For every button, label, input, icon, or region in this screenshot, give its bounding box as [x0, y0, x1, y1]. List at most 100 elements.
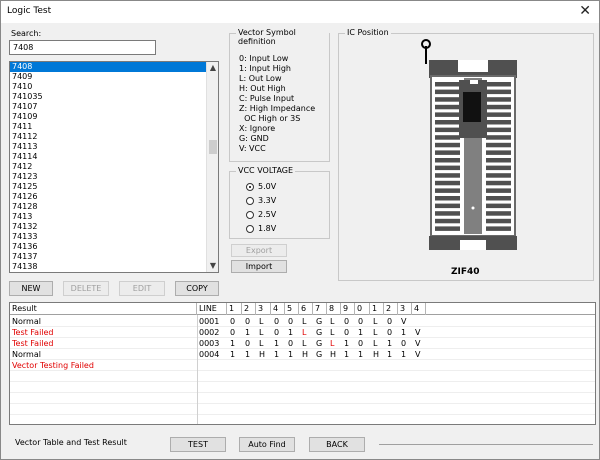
- copy-button[interactable]: COPY: [175, 281, 219, 296]
- line-column-header[interactable]: LINE: [197, 303, 227, 315]
- pin-column-header[interactable]: 1: [370, 303, 384, 315]
- import-button[interactable]: Import: [231, 260, 287, 273]
- device-list-item[interactable]: 74137: [10, 252, 218, 262]
- device-list-item[interactable]: 74136: [10, 242, 218, 252]
- delete-button[interactable]: DELETE: [63, 281, 109, 296]
- search-input[interactable]: 7408: [9, 40, 156, 55]
- pin-cell: L: [330, 339, 335, 348]
- search-input-value: 7408: [13, 43, 34, 52]
- table-row[interactable]: Vector Testing Failed: [10, 360, 595, 371]
- vcc-radio-3-3v[interactable]: 3.3V: [246, 196, 276, 205]
- vcc-voltage-group: VCC VOLTAGE 5.0V 3.3V 2.5V 1.8V: [229, 166, 330, 239]
- device-list-item[interactable]: 74107: [10, 102, 218, 112]
- device-list-item[interactable]: 7413: [10, 212, 218, 222]
- pin-column-header[interactable]: 7: [313, 303, 327, 315]
- result-cell: Normal: [12, 350, 41, 359]
- auto-find-button[interactable]: Auto Find: [239, 437, 295, 452]
- edit-button[interactable]: EDIT: [119, 281, 165, 296]
- pin-column-header[interactable]: 2: [384, 303, 398, 315]
- table-row[interactable]: Normal 0004 1 1 H 1 1 H G H 1 1 H 1 1 V: [10, 349, 595, 360]
- test-button[interactable]: TEST: [170, 437, 226, 452]
- table-row[interactable]: [10, 415, 595, 424]
- pin-column-header[interactable]: 3: [398, 303, 412, 315]
- vcc-radio-1-8v[interactable]: 1.8V: [246, 224, 276, 233]
- vector-symbol-line: H: Out High: [239, 84, 286, 93]
- pin-cell: 1: [401, 350, 407, 359]
- back-button[interactable]: BACK: [309, 437, 365, 452]
- radio-dot-icon: [246, 182, 254, 191]
- device-list-item[interactable]: 7412: [10, 162, 218, 172]
- device-list-item[interactable]: 74109: [10, 112, 218, 122]
- pin-column-header[interactable]: 9: [341, 303, 355, 315]
- pin-cell: L: [302, 317, 307, 326]
- ic-position-title: IC Position: [345, 28, 391, 37]
- pin-cell: H: [330, 350, 337, 359]
- table-row[interactable]: [10, 404, 595, 415]
- device-list-item[interactable]: 74112: [10, 132, 218, 142]
- device-list-item[interactable]: 74128: [10, 202, 218, 212]
- scroll-down-icon[interactable]: ▼: [207, 260, 218, 272]
- vector-symbol-line: G: GND: [239, 134, 269, 143]
- result-column-header[interactable]: Result: [10, 303, 197, 315]
- vector-symbol-line: C: Pulse Input: [239, 94, 295, 103]
- device-list[interactable]: 7408 7409 7410 741035 74107 74109 7411 74112 741…: [9, 61, 219, 273]
- pin-column-header[interactable]: 0: [355, 303, 370, 315]
- device-list-item[interactable]: 741035: [10, 92, 218, 102]
- table-row[interactable]: [10, 371, 595, 382]
- pin-column-header[interactable]: 5: [285, 303, 299, 315]
- table-row[interactable]: [10, 393, 595, 404]
- column-divider: [197, 315, 198, 424]
- pin-cell: 1: [274, 339, 280, 348]
- pin-cell: G: [316, 339, 323, 348]
- table-row[interactable]: Test Failed 0003 1 0 L 1 0 L G L 1 0 L 1 0 V: [10, 338, 595, 349]
- pin-column-header[interactable]: 6: [299, 303, 313, 315]
- pin-column-header[interactable]: 4: [412, 303, 426, 315]
- new-button[interactable]: NEW: [9, 281, 53, 296]
- device-list-item[interactable]: 74125: [10, 182, 218, 192]
- result-cell: Test Failed: [12, 339, 54, 348]
- device-list-item[interactable]: 74132: [10, 222, 218, 232]
- scroll-up-icon[interactable]: ▲: [207, 62, 218, 74]
- result-table[interactable]: Result LINE 1 2 3 4 5 6 7 8 9 0 1 2 3 4 Normal 0001 0 0 L 0 0…: [9, 302, 596, 425]
- vector-symbol-lines: 0: Input Low 1: Input High L: Out Low H: Ou…: [239, 54, 315, 154]
- device-list-item[interactable]: 74123: [10, 172, 218, 182]
- table-row[interactable]: Normal 0001 0 0 L 0 0 L G L 0 0 L 0 V: [10, 316, 595, 327]
- pin-column-header[interactable]: 3: [256, 303, 271, 315]
- pin-column-header[interactable]: 8: [327, 303, 341, 315]
- radio-dot-icon: [246, 210, 254, 219]
- device-list-item[interactable]: 74114: [10, 152, 218, 162]
- table-row[interactable]: Test Failed 0002 0 1 L 0 1 L G L 0 1 L 0 1 V: [10, 327, 595, 338]
- table-row[interactable]: [10, 382, 595, 393]
- vcc-radio-5-0v[interactable]: 5.0V: [246, 182, 276, 191]
- device-list-item[interactable]: 7411: [10, 122, 218, 132]
- device-list-item[interactable]: 7408: [10, 62, 218, 72]
- list-scrollbar[interactable]: ▲ ▼: [206, 62, 218, 272]
- pin-cell: 1: [274, 350, 280, 359]
- pin-cell: 0: [230, 317, 236, 326]
- vcc-radio-2-5v[interactable]: 2.5V: [246, 210, 276, 219]
- pin-cell: 1: [245, 328, 251, 337]
- line-cell: 0003: [199, 339, 220, 348]
- close-icon[interactable]: ✕: [579, 3, 591, 19]
- pin-cell: L: [373, 317, 378, 326]
- export-button[interactable]: Export: [231, 244, 287, 257]
- pin-cell: 0: [274, 328, 280, 337]
- pin-cell: 1: [387, 350, 393, 359]
- pin-column-header[interactable]: 4: [271, 303, 285, 315]
- pin-column-header[interactable]: 1: [227, 303, 242, 315]
- pin-cell: 1: [344, 350, 350, 359]
- pin-cell: 0: [344, 328, 350, 337]
- pin-column-header[interactable]: 2: [242, 303, 256, 315]
- device-list-item[interactable]: 74133: [10, 232, 218, 242]
- pin-cell: 1: [387, 339, 393, 348]
- device-list-item[interactable]: 7409: [10, 72, 218, 82]
- pin-cell: 1: [358, 350, 364, 359]
- device-list-item[interactable]: 74113: [10, 142, 218, 152]
- device-list-item[interactable]: 74126: [10, 192, 218, 202]
- device-list-item[interactable]: 74138: [10, 262, 218, 272]
- device-list-items: 7408 7409 7410 741035 74107 74109 7411 74112 741…: [10, 62, 218, 272]
- device-list-item[interactable]: 7410: [10, 82, 218, 92]
- scroll-thumb[interactable]: [209, 140, 217, 154]
- window-title: Logic Test: [7, 6, 52, 16]
- vcc-voltage-title: VCC VOLTAGE: [236, 166, 296, 175]
